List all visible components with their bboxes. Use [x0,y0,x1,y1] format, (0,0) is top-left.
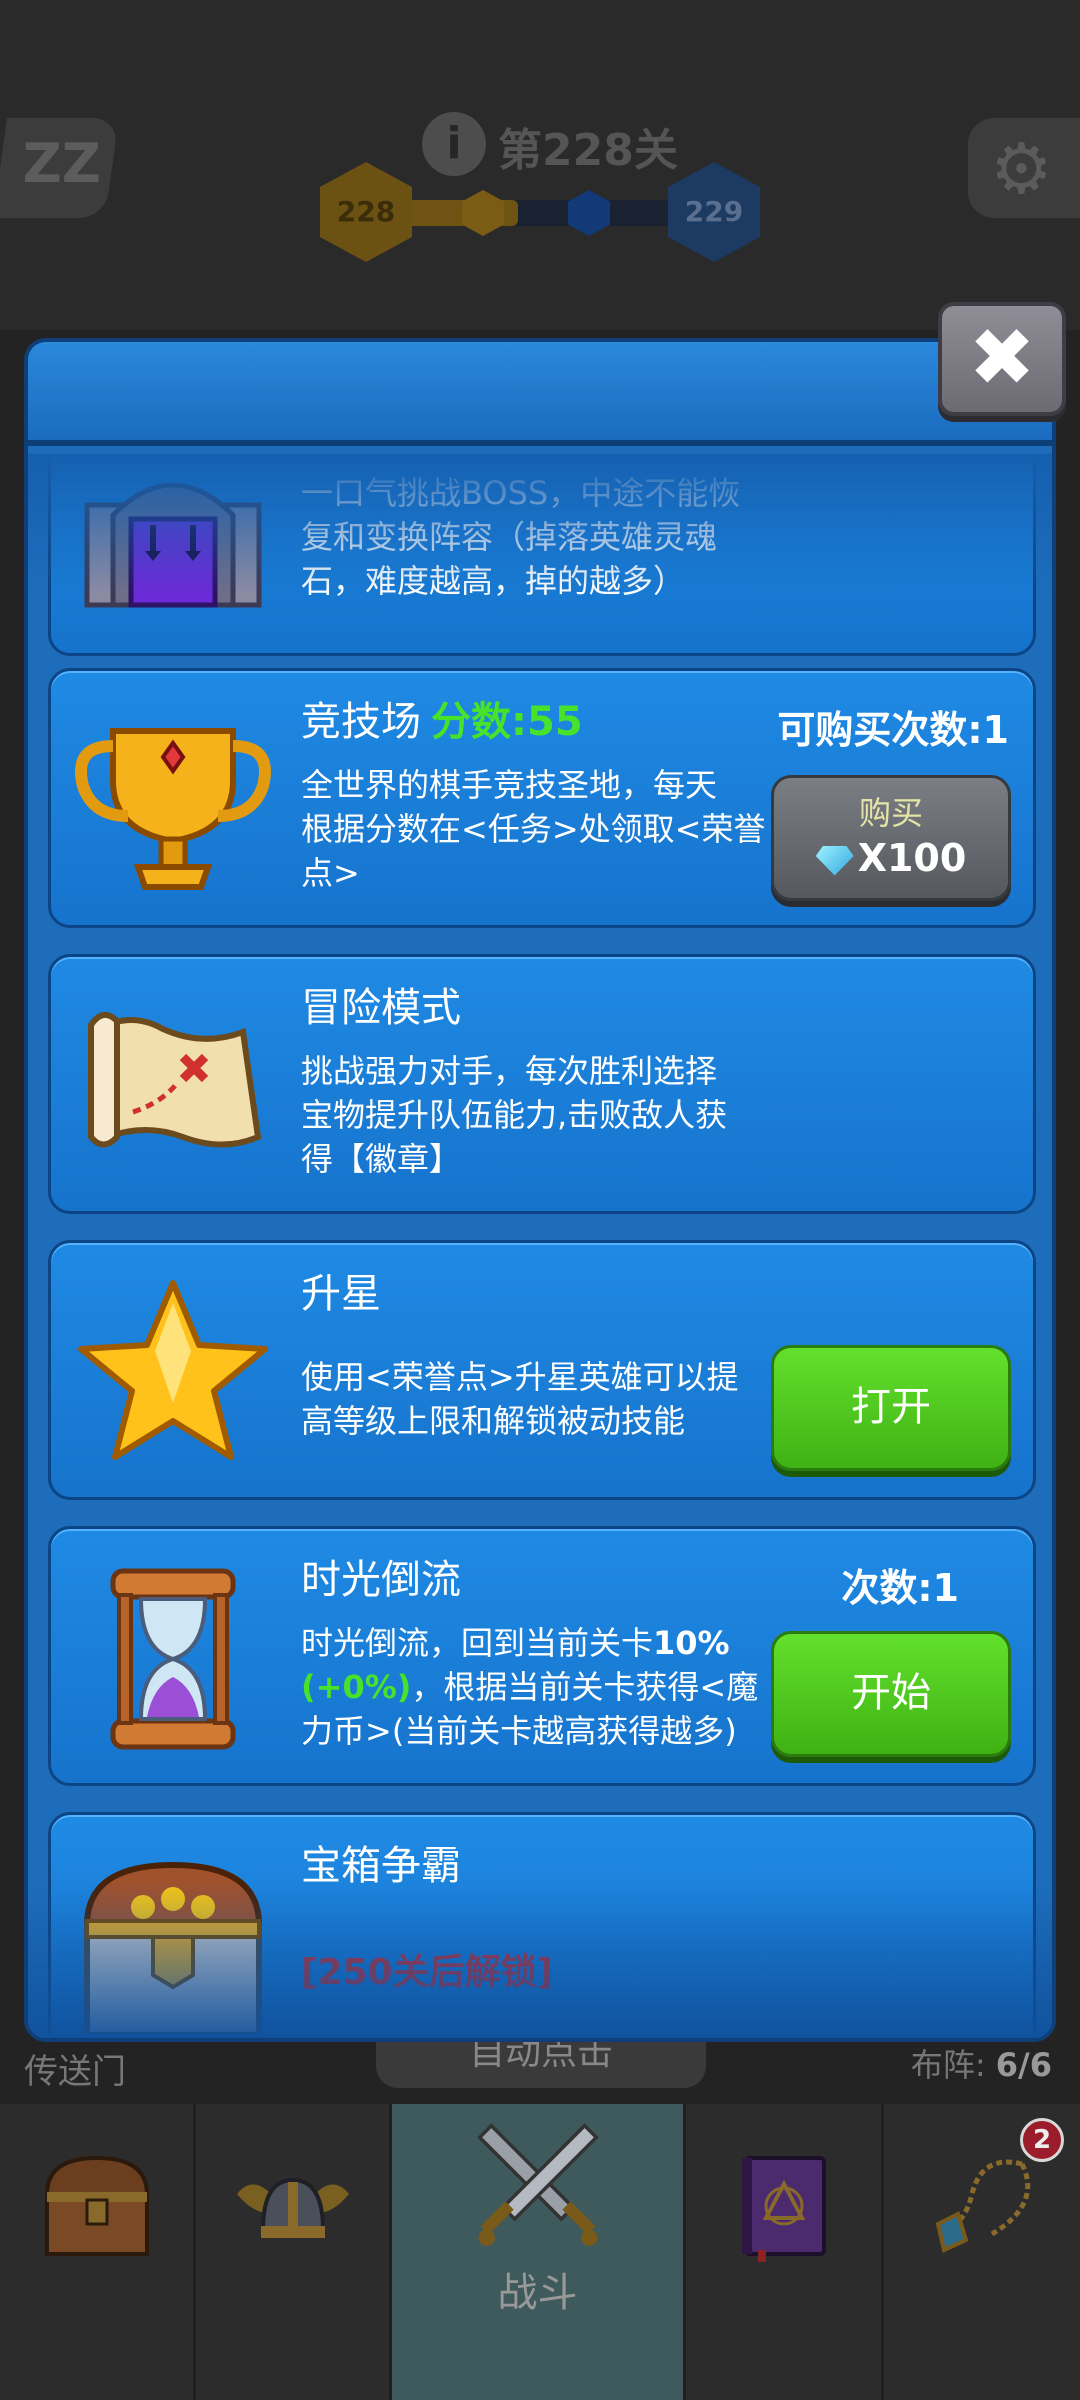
modes-list[interactable]: 一口气挑战BOSS，中途不能恢 复和变换阵容（掉落英雄灵魂 石，难度越高，掉的越… [28,454,1052,2034]
treasure-chest-icon [44,2155,149,2256]
portal-label[interactable]: 传送门 [24,2044,126,2093]
card-title: 时光倒流 [301,1557,461,1603]
mode-card-rewind[interactable]: 时光倒流 次数:1 时光倒流，回到当前关卡10%(+0%)，根据当前关卡获得<魔… [48,1526,1036,1786]
nav-tab-items[interactable]: 2 [884,2104,1080,2400]
spellbook-icon [741,2156,826,2262]
nav-tab-battle[interactable]: 战斗 [392,2104,686,2400]
card-description: 使用<荣誉点>升星英雄可以提 高等级上限和解锁被动技能 [301,1355,771,1443]
desc-line: 得【徽章】 [301,1140,462,1178]
desc-line: 一口气挑战BOSS，中途不能恢 [301,474,741,512]
progress-marker-icon [462,190,504,236]
top-hud: ZZ i 第228关 228 229 ⚙ [0,0,1080,330]
desc-line: 复和变换阵容（掉落英雄灵魂 [301,518,718,556]
progress-marker-icon [568,190,610,236]
level-progress-bar [390,200,710,226]
winged-helmet-icon [236,2177,349,2238]
current-level-badge: 228 [320,162,412,262]
mode-card-adventure[interactable]: 冒险模式 挑战强力对手，每次胜利选择 宝物提升队伍能力,击败敌人获 得【徽章】 [48,954,1036,1214]
buy-button[interactable]: 购买 X100 [771,775,1011,901]
price-value: X100 [857,836,967,880]
next-level-badge: 229 [668,162,760,262]
nav-tab-heroes[interactable] [196,2104,392,2400]
start-button[interactable]: 开始 [771,1631,1011,1757]
nav-tab-chest[interactable] [0,2104,196,2400]
rewind-bonus: (+0%) [301,1668,412,1706]
buy-label: 购买 [858,794,923,832]
level-title: 第228关 [498,125,678,176]
nav-label-battle: 战斗 [497,2270,578,2316]
close-button[interactable]: ✖ [938,302,1066,416]
card-title: 升星 [301,1271,381,1317]
desc-line: 石，难度越高，掉的越多） [301,562,686,600]
rewind-percent: 10% [653,1624,730,1662]
settings-button[interactable]: ⚙ [968,118,1080,218]
game-modes-panel: 一口气挑战BOSS，中途不能恢 复和变换阵容（掉落英雄灵魂 石，难度越高，掉的越… [24,338,1056,2042]
card-description: 时光倒流，回到当前关卡10%(+0%)，根据当前关卡获得<魔力币>(当前关卡越高… [301,1621,771,1753]
gate-icon [84,482,262,608]
deploy-count: 布阵: 6/6 [911,2040,1052,2086]
open-button[interactable]: 打开 [771,1345,1011,1471]
gear-icon: ⚙ [990,128,1053,210]
desc-line: 宝物提升队伍能力,击败敌人获 [301,1096,728,1134]
deploy-label: 布阵: [910,2046,986,2084]
treasure-map-icon [88,1012,262,1148]
card-description: 挑战强力对手，每次胜利选择 宝物提升队伍能力,击败敌人获 得【徽章】 [301,1049,771,1181]
mode-card-arena[interactable]: 竞技场 分数:55 全世界的棋手竞技圣地，每天 根据分数在<任务>处领取<荣誉 点… [48,668,1036,928]
locked-label: [250关后解锁] [301,1952,554,1993]
desc-line: 高等级上限和解锁被动技能 [301,1402,686,1440]
desc-line: 全世界的棋手竞技圣地，每天 [301,766,718,804]
treasure-chest-icon [83,1861,263,2034]
desc-line: 挑战强力对手，每次胜利选择 [301,1052,718,1090]
remaining-count: 次数:1 [841,1566,959,1610]
info-icon[interactable]: i [422,112,486,176]
crossed-swords-icon [476,2123,599,2246]
desc-text: 时光倒流，回到当前关卡 [301,1624,654,1662]
hourglass-icon [110,1568,236,1750]
purchase-count: 可购买次数:1 [777,708,1009,752]
sleep-button[interactable]: ZZ [0,118,120,218]
card-title: 宝箱争霸 [301,1843,461,1889]
arena-score: 分数:55 [431,699,583,745]
desc-line: 使用<荣誉点>升星英雄可以提 [301,1358,739,1396]
amulet-icon [935,2159,1031,2253]
mode-card-boss[interactable]: 一口气挑战BOSS，中途不能恢 复和变换阵容（掉落英雄灵魂 石，难度越高，掉的越… [48,454,1036,656]
notification-badge: 2 [1020,2118,1064,2162]
trophy-icon [75,728,271,890]
gem-icon [815,845,854,876]
star-icon [78,1280,268,1460]
arena-title: 竞技场 [301,699,421,745]
card-title: 冒险模式 [301,985,461,1031]
mode-card-chest-battle[interactable]: 宝箱争霸 [250关后解锁] [48,1812,1036,2034]
desc-line: 点> [301,854,360,892]
nav-tab-spellbook[interactable] [686,2104,884,2400]
panel-header [28,342,1052,446]
card-description: 全世界的棋手竞技圣地，每天 根据分数在<任务>处领取<荣誉 点> [301,763,771,895]
bottom-nav: 战斗 2 [0,2104,1080,2400]
buy-price: X100 [774,836,1008,880]
deploy-value: 6/6 [995,2046,1052,2084]
mode-card-star-up[interactable]: 升星 使用<荣誉点>升星英雄可以提 高等级上限和解锁被动技能 打开 [48,1240,1036,1500]
desc-line: 根据分数在<任务>处领取<荣誉 [301,810,766,848]
card-description: 一口气挑战BOSS，中途不能恢 复和变换阵容（掉落英雄灵魂 石，难度越高，掉的越… [301,471,771,603]
card-title: 竞技场 分数:55 [301,689,583,747]
sleep-icon: ZZ [22,132,101,195]
